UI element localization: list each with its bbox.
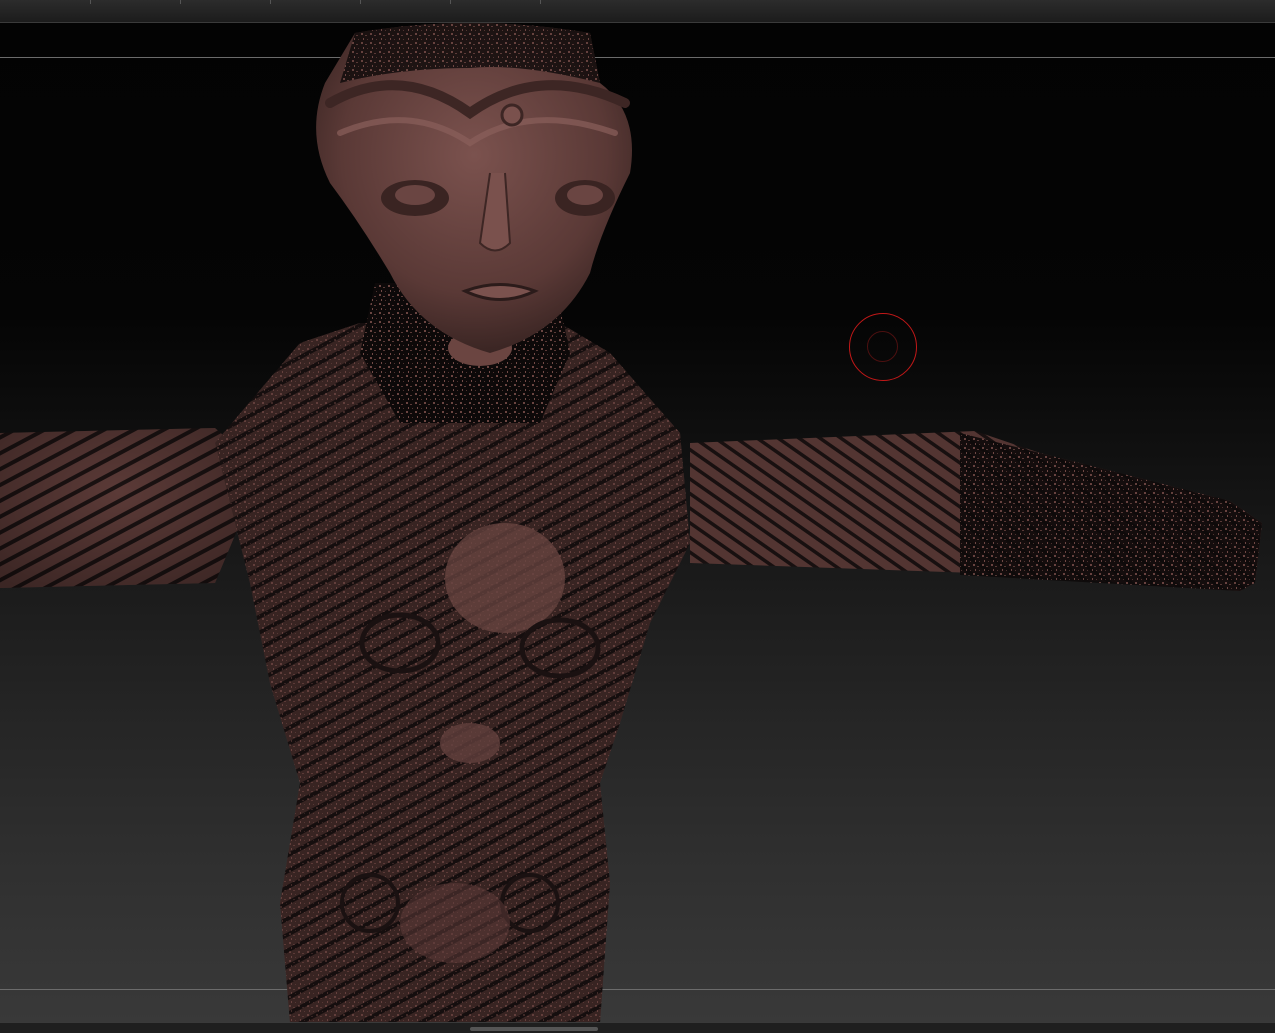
toolbar-tick [180, 0, 181, 4]
bottom-status-strip [0, 1022, 1275, 1033]
chest-center [445, 523, 565, 633]
toolbar-tick [270, 0, 271, 4]
sculpted-model[interactable] [0, 23, 1275, 1023]
toolbar-tick [540, 0, 541, 4]
toolbar-tick [360, 0, 361, 4]
brush-inner-ring [867, 331, 898, 362]
toolbar-tick [90, 0, 91, 4]
sculpt-app-window [0, 0, 1275, 1033]
brush-cursor-icon[interactable] [849, 313, 917, 381]
bottom-scroll-handle[interactable] [470, 1027, 598, 1031]
toolbar-tick [450, 0, 451, 4]
top-toolbar-strip[interactable] [0, 0, 1275, 23]
3d-viewport-canvas[interactable] [0, 23, 1275, 1023]
